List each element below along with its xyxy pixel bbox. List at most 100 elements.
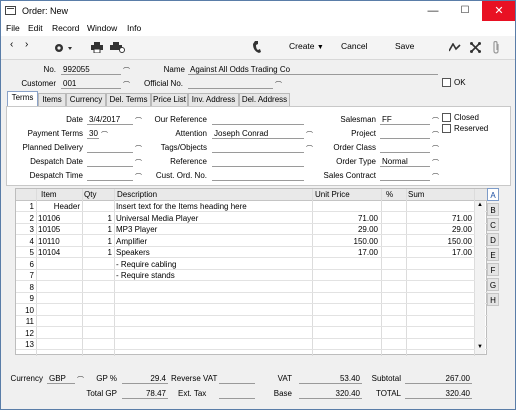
cell-desc[interactable]: Insert text for the Items heading here (116, 201, 310, 212)
next-record-icon[interactable]: › (25, 39, 28, 50)
print-icon[interactable] (91, 42, 103, 53)
cell-item[interactable] (38, 305, 80, 316)
despatch-date-field[interactable] (87, 156, 133, 167)
salesman-field[interactable]: FF (380, 114, 430, 125)
paste-icon[interactable]: ⌒ (432, 132, 439, 139)
cell-pct[interactable] (383, 293, 404, 304)
paste-icon[interactable]: ⌒ (432, 160, 439, 167)
cell-desc[interactable] (116, 328, 310, 339)
reference-field[interactable] (212, 156, 304, 167)
cell-pct[interactable] (383, 236, 404, 247)
cell-qty[interactable]: 1 (84, 236, 112, 247)
cell-qty[interactable] (84, 305, 112, 316)
table-row[interactable]: 4 10110 1 Amplifier 150.00 150.00 (16, 236, 488, 247)
cell-unit[interactable]: 17.00 (314, 247, 378, 258)
cell-unit[interactable] (314, 305, 378, 316)
cell-qty[interactable] (84, 328, 112, 339)
matrix-tab-b[interactable]: B (487, 203, 499, 216)
cell-sum[interactable] (408, 328, 472, 339)
cell-item[interactable]: Header (38, 201, 80, 212)
cell-sum[interactable]: 29.00 (408, 224, 472, 235)
cell-unit[interactable] (314, 201, 378, 212)
table-row[interactable]: 3 10105 1 MP3 Player 29.00 29.00 (16, 224, 488, 235)
despatch-time-field[interactable] (87, 170, 133, 181)
table-row[interactable]: 6 - Require cabling (16, 259, 488, 270)
cell-sum[interactable] (408, 339, 472, 350)
tab-del-address[interactable]: Del. Address (239, 93, 290, 106)
cell-pct[interactable] (383, 270, 404, 281)
customer-field[interactable]: 001 (61, 78, 121, 89)
cell-pct[interactable] (383, 201, 404, 212)
cancel-button[interactable]: Cancel (341, 41, 367, 51)
cell-sum[interactable] (408, 316, 472, 327)
table-row[interactable]: 13 (16, 339, 488, 350)
paste-icon[interactable]: ⌒ (123, 68, 130, 75)
tab-items[interactable]: Items (38, 93, 66, 106)
paste-icon[interactable]: ⌒ (101, 132, 108, 139)
cell-item[interactable] (38, 259, 80, 270)
cell-sum[interactable] (408, 305, 472, 316)
cell-qty[interactable]: 1 (84, 213, 112, 224)
scroll-down-icon[interactable]: ▼ (477, 344, 483, 350)
cell-pct[interactable] (383, 316, 404, 327)
table-row[interactable]: 10 (16, 305, 488, 316)
cell-item[interactable] (38, 339, 80, 350)
cell-sum[interactable]: 150.00 (408, 236, 472, 247)
cell-qty[interactable]: 1 (84, 224, 112, 235)
cell-item[interactable]: 10110 (38, 236, 80, 247)
cell-desc[interactable] (116, 282, 310, 293)
tab-currency[interactable]: Currency (66, 93, 106, 106)
table-row[interactable]: 9 (16, 293, 488, 304)
cell-item[interactable] (38, 282, 80, 293)
matrix-tab-e[interactable]: E (487, 248, 499, 261)
tab-price-list[interactable]: Price List (151, 93, 188, 106)
cell-desc[interactable]: - Require stands (116, 270, 310, 281)
cell-pct[interactable] (383, 328, 404, 339)
cell-sum[interactable] (408, 282, 472, 293)
trend-icon[interactable] (449, 43, 461, 52)
paste-icon[interactable]: ⌒ (432, 146, 439, 153)
save-button[interactable]: Save (395, 41, 414, 51)
cell-item[interactable] (38, 293, 80, 304)
gear-icon[interactable] (53, 42, 75, 54)
cell-sum[interactable]: 17.00 (408, 247, 472, 258)
paste-icon[interactable]: ⌒ (432, 118, 439, 125)
sales-contract-field[interactable] (380, 170, 430, 181)
cell-item[interactable] (38, 270, 80, 281)
cell-desc[interactable]: Amplifier (116, 236, 310, 247)
cell-pct[interactable] (383, 259, 404, 270)
cell-unit[interactable]: 150.00 (314, 236, 378, 247)
cell-desc[interactable]: Universal Media Player (116, 213, 310, 224)
name-field[interactable]: Against All Odds Trading Co (188, 64, 438, 75)
official-no-field[interactable] (188, 78, 273, 89)
cell-pct[interactable] (383, 213, 404, 224)
matrix-tab-f[interactable]: F (487, 263, 499, 276)
cell-unit[interactable] (314, 270, 378, 281)
table-row[interactable]: 5 10104 1 Speakers 17.00 17.00 (16, 247, 488, 258)
menu-edit[interactable]: Edit (28, 23, 43, 33)
cell-desc[interactable]: Speakers (116, 247, 310, 258)
cell-item[interactable]: 10104 (38, 247, 80, 258)
table-row[interactable]: 1 Header Insert text for the Items heading… (16, 201, 488, 212)
maximize-button[interactable]: ☐ (450, 1, 480, 21)
cell-item[interactable]: 10105 (38, 224, 80, 235)
minimize-button[interactable]: — (418, 1, 448, 21)
cell-unit[interactable] (314, 293, 378, 304)
table-row[interactable]: 11 (16, 316, 488, 327)
cell-sum[interactable]: 71.00 (408, 213, 472, 224)
cell-sum[interactable] (408, 201, 472, 212)
cell-pct[interactable] (383, 305, 404, 316)
matrix-tab-a[interactable]: A (487, 188, 499, 201)
cell-qty[interactable]: 1 (84, 247, 112, 258)
phone-icon[interactable] (253, 41, 262, 53)
menu-file[interactable]: File (6, 23, 20, 33)
matrix-scrollbar[interactable]: ▲ ▼ (475, 201, 485, 354)
attachment-icon[interactable] (492, 41, 501, 54)
planned-delivery-field[interactable] (87, 142, 133, 153)
cell-sum[interactable] (408, 270, 472, 281)
matrix-tab-h[interactable]: H (487, 293, 499, 306)
order-type-field[interactable]: Normal (380, 156, 430, 167)
cell-unit[interactable] (314, 339, 378, 350)
link-icon[interactable] (470, 42, 481, 53)
cell-unit[interactable] (314, 282, 378, 293)
